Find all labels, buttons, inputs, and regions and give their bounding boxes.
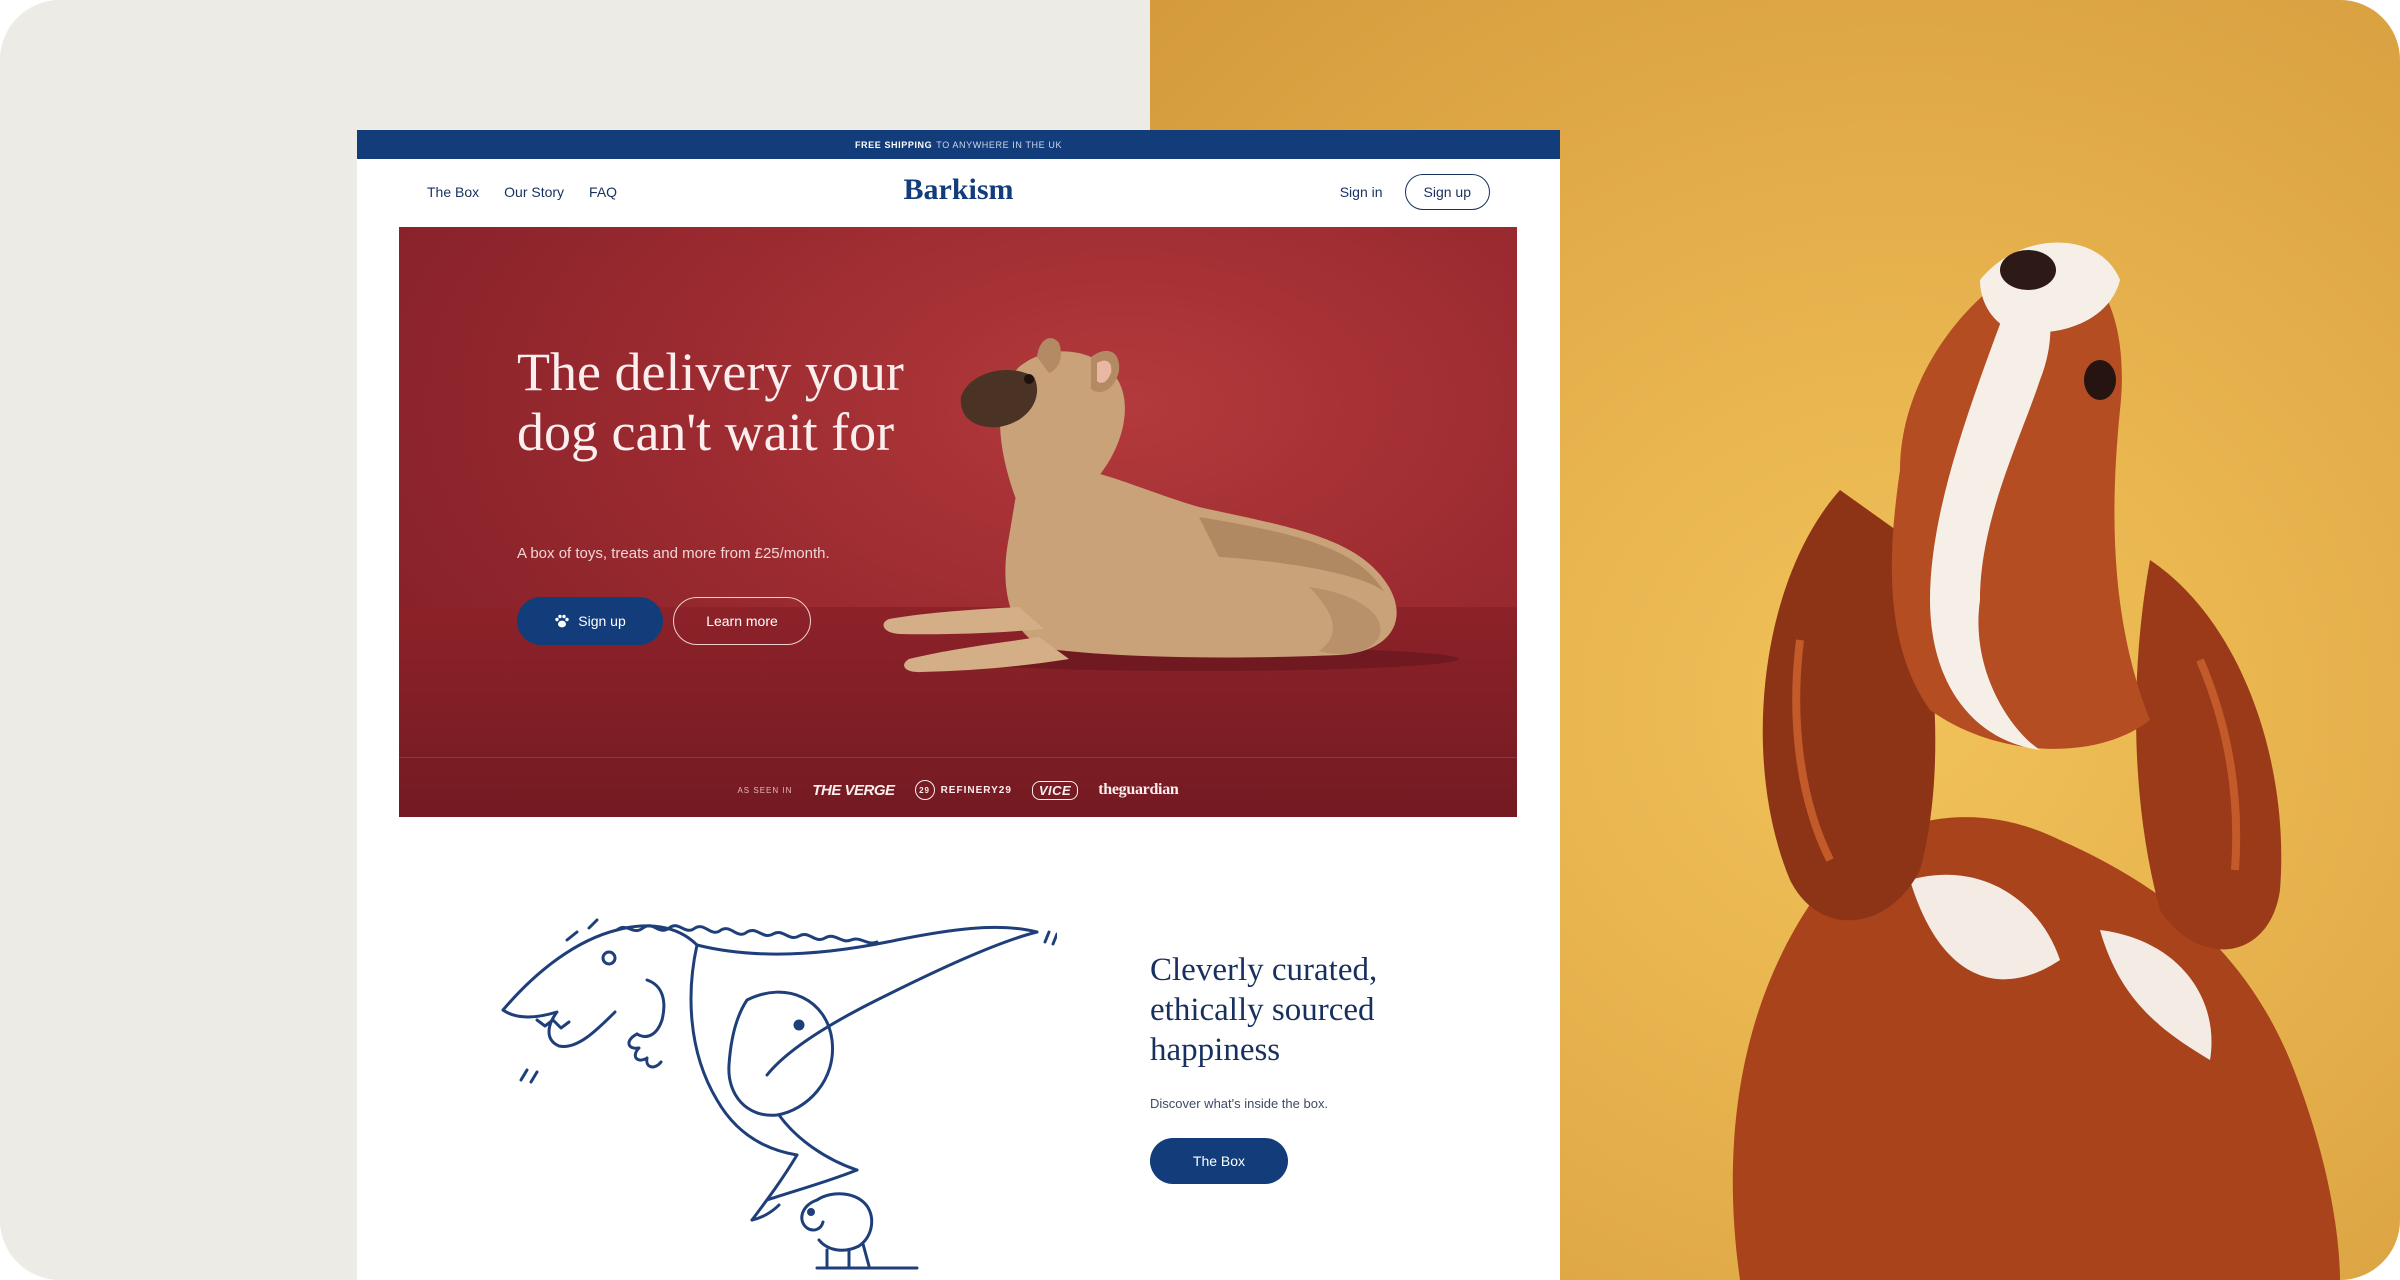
nav-link-faq[interactable]: FAQ xyxy=(589,184,617,200)
refinery29-logo: REFINERY29 xyxy=(940,784,1012,796)
hero-sign-up-label: Sign up xyxy=(578,613,626,629)
sign-in-link[interactable]: Sign in xyxy=(1340,184,1383,200)
hero-sign-up-button[interactable]: Sign up xyxy=(517,597,663,645)
main-nav: The Box Our Story FAQ Barkism Sign in Si… xyxy=(357,159,1560,225)
the-verge-logo: THE VERGE xyxy=(812,781,895,799)
feature-title: Cleverly curated, ethically sourced happ… xyxy=(1150,952,1378,1068)
shipping-banner-text: TO ANYWHERE IN THE UK xyxy=(936,139,1063,150)
website-mock: FREE SHIPPING TO ANYWHERE IN THE UK The … xyxy=(357,130,1560,1280)
refinery29-mark-icon: 29 xyxy=(914,780,935,800)
presentation-frame: FREE SHIPPING TO ANYWHERE IN THE UK The … xyxy=(0,0,2400,1280)
refinery29-logo-group: 29 REFINERY29 xyxy=(914,780,1012,800)
press-strip: AS SEEN IN THE VERGE 29 REFINERY29 VICE … xyxy=(399,770,1517,810)
guardian-logo: theguardian xyxy=(1098,781,1179,798)
the-box-button[interactable]: The Box xyxy=(1150,1138,1288,1184)
hero-subtitle: A box of toys, treats and more from £25/… xyxy=(517,545,830,562)
cavalier-dog-photo xyxy=(1732,242,2340,1280)
hero-banner: The delivery your dog can't wait for A b… xyxy=(399,227,1517,817)
french-bulldog-photo xyxy=(883,338,1459,673)
hero-learn-more-button[interactable]: Learn more xyxy=(673,597,811,645)
press-divider xyxy=(399,757,1517,758)
paw-icon xyxy=(555,614,569,628)
feature-description: Discover what's inside the box. xyxy=(1150,1096,1329,1111)
nav-sign-up-button[interactable]: Sign up xyxy=(1404,174,1490,210)
barkism-logo[interactable]: Barkism xyxy=(903,173,1013,207)
dinosaur-illustration xyxy=(501,918,1057,1270)
vice-logo: VICE xyxy=(1031,780,1079,800)
nav-link-the-box[interactable]: The Box xyxy=(427,184,479,200)
nav-account: Sign in Sign up xyxy=(1340,159,1490,225)
nav-links: The Box Our Story FAQ xyxy=(427,159,617,225)
shipping-banner-highlight: FREE SHIPPING xyxy=(854,139,933,150)
shipping-banner: FREE SHIPPING TO ANYWHERE IN THE UK xyxy=(357,130,1560,159)
nav-link-our-story[interactable]: Our Story xyxy=(504,184,564,200)
press-label: AS SEEN IN xyxy=(737,785,793,795)
hero-title: The delivery your dog can't wait for xyxy=(517,342,904,462)
